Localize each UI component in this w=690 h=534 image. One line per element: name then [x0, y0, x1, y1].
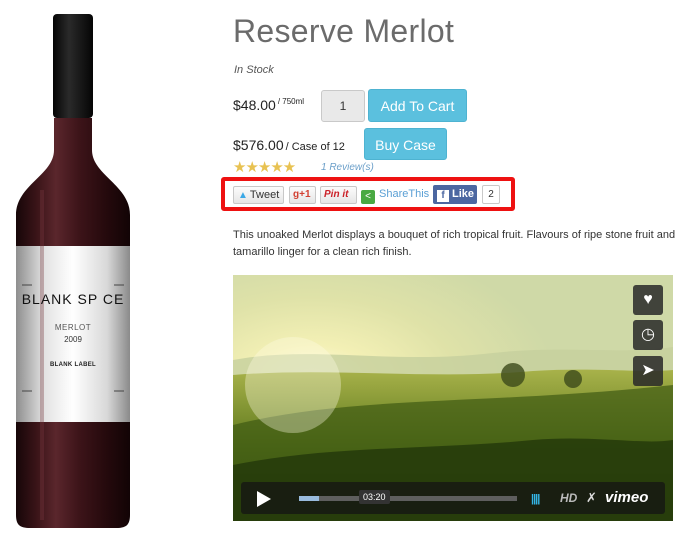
twitter-bird-icon: ▲: [238, 190, 248, 201]
facebook-icon: f: [437, 190, 449, 202]
price-case-unit: / Case of 12: [285, 141, 345, 153]
bottle-label-variety: MERLOT: [54, 323, 92, 332]
price-case: $576.00/ Case of 12: [233, 137, 345, 153]
add-to-cart-button[interactable]: Add To Cart: [368, 89, 467, 122]
volume-icon[interactable]: ||||: [531, 493, 540, 505]
bottle-label-year: 2009: [64, 335, 82, 344]
send-icon: ➤: [641, 362, 655, 379]
video-player[interactable]: ♥ ◷ ➤ 03:20 |||| HD ✗ vimeo: [233, 275, 673, 521]
facebook-like-count: 2: [482, 185, 500, 204]
clock-icon: ◷: [641, 326, 655, 343]
sharethis-label: ShareThis: [379, 188, 430, 200]
watch-later-button[interactable]: ◷: [633, 320, 663, 350]
price-single-unit: / 750ml: [277, 97, 305, 107]
rating-stars: ★★★★★: [233, 159, 296, 176]
price-case-value: $576.00: [233, 137, 284, 153]
play-icon[interactable]: [257, 491, 271, 507]
google-plus-button[interactable]: g+1: [289, 186, 316, 204]
video-progress-bar[interactable]: 03:20: [299, 490, 517, 504]
vimeo-logo[interactable]: vimeo: [605, 489, 648, 506]
like-video-button[interactable]: ♥: [633, 285, 663, 315]
product-title: Reserve Merlot: [233, 13, 455, 49]
hd-toggle[interactable]: HD: [560, 491, 577, 505]
tweet-button[interactable]: ▲ Tweet: [233, 186, 284, 204]
wine-bottle-image: [16, 14, 130, 528]
heart-icon: ♥: [643, 291, 653, 308]
quantity-input[interactable]: 1: [321, 90, 365, 122]
reviews-link[interactable]: 1 Review(s): [321, 162, 374, 173]
price-single: $48.00/ 750ml: [233, 97, 304, 113]
fullscreen-icon[interactable]: ✗: [586, 490, 597, 506]
share-video-button[interactable]: ➤: [633, 356, 663, 386]
buy-case-button[interactable]: Buy Case: [364, 128, 447, 160]
facebook-like-label: Like: [452, 188, 475, 200]
bottle-label-brand: BLANK SP CE: [21, 291, 125, 307]
video-time: 03:20: [359, 490, 390, 504]
tweet-label: Tweet: [249, 189, 280, 201]
sharethis-button[interactable]: < ShareThis: [361, 186, 429, 204]
video-progress-played: [299, 496, 319, 501]
bottle-label-maker: BLANK LABEL: [50, 362, 96, 368]
video-controls: 03:20 |||| HD ✗ vimeo: [241, 482, 665, 514]
share-icon: <: [361, 190, 375, 204]
facebook-like-button[interactable]: f Like: [433, 185, 477, 204]
product-image: BLANK SP CE MERLOT 2009 BLANK LABEL: [0, 0, 150, 534]
stock-status: In Stock: [234, 64, 274, 76]
product-description: This unoaked Merlot displays a bouquet o…: [233, 229, 676, 258]
price-single-value: $48.00: [233, 97, 276, 113]
pinterest-button[interactable]: Pin it: [320, 186, 357, 204]
